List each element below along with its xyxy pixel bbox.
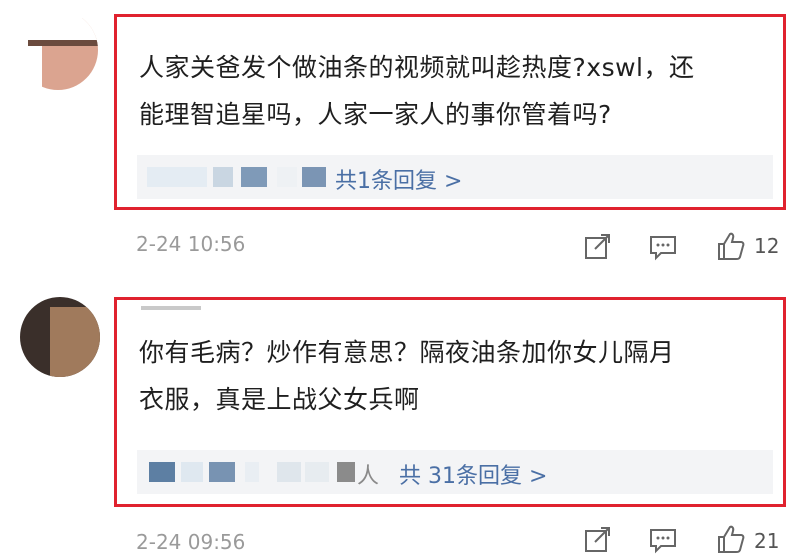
reply-count-link[interactable]: 共 31条回复 > bbox=[399, 458, 547, 490]
comment-2: 你有毛病？炒作有意思？隔夜油条加你女儿隔月 衣服，真是上战父女兵啊 人 共 31… bbox=[0, 275, 800, 558]
like-count: 21 bbox=[754, 529, 780, 553]
comment-1: 人家关爸发个做油条的视频就叫趁热度?xswl，还 能理智追星吗，人家一家人的事你… bbox=[0, 0, 800, 275]
reply-preview[interactable]: 人 共 31条回复 > bbox=[137, 450, 773, 494]
share-icon[interactable] bbox=[583, 525, 613, 555]
comment-text-line-2: 衣服，真是上战父女兵啊 bbox=[139, 385, 420, 414]
comment-icon[interactable] bbox=[648, 232, 678, 262]
share-icon[interactable] bbox=[583, 232, 613, 262]
avatar[interactable] bbox=[20, 297, 100, 377]
comment-text-line-1: 你有毛病？炒作有意思？隔夜油条加你女儿隔月 bbox=[139, 338, 675, 367]
reply-name-tail: 人 bbox=[357, 464, 380, 489]
comment-text-line-2: 能理智追星吗，人家一家人的事你管着吗? bbox=[139, 100, 612, 129]
comment-timestamp: 2-24 10:56 bbox=[136, 232, 246, 256]
thumbs-up-icon[interactable] bbox=[716, 523, 746, 553]
avatar[interactable] bbox=[18, 10, 98, 90]
reply-preview[interactable]: 共1条回复 > bbox=[137, 155, 773, 199]
reply-count-link[interactable]: 共1条回复 > bbox=[335, 163, 462, 195]
highlighted-comment-box: 人家关爸发个做油条的视频就叫趁热度?xswl，还 能理智追星吗，人家一家人的事你… bbox=[114, 14, 786, 210]
comment-text-line-1: 人家关爸发个做油条的视频就叫趁热度?xswl，还 bbox=[139, 53, 695, 82]
username-redacted bbox=[141, 306, 201, 310]
like-count: 12 bbox=[754, 234, 780, 258]
highlighted-comment-box: 你有毛病？炒作有意思？隔夜油条加你女儿隔月 衣服，真是上战父女兵啊 人 共 31… bbox=[114, 297, 786, 507]
comment-timestamp: 2-24 09:56 bbox=[136, 530, 246, 554]
thumbs-up-icon[interactable] bbox=[716, 230, 746, 260]
comment-icon[interactable] bbox=[648, 525, 678, 555]
